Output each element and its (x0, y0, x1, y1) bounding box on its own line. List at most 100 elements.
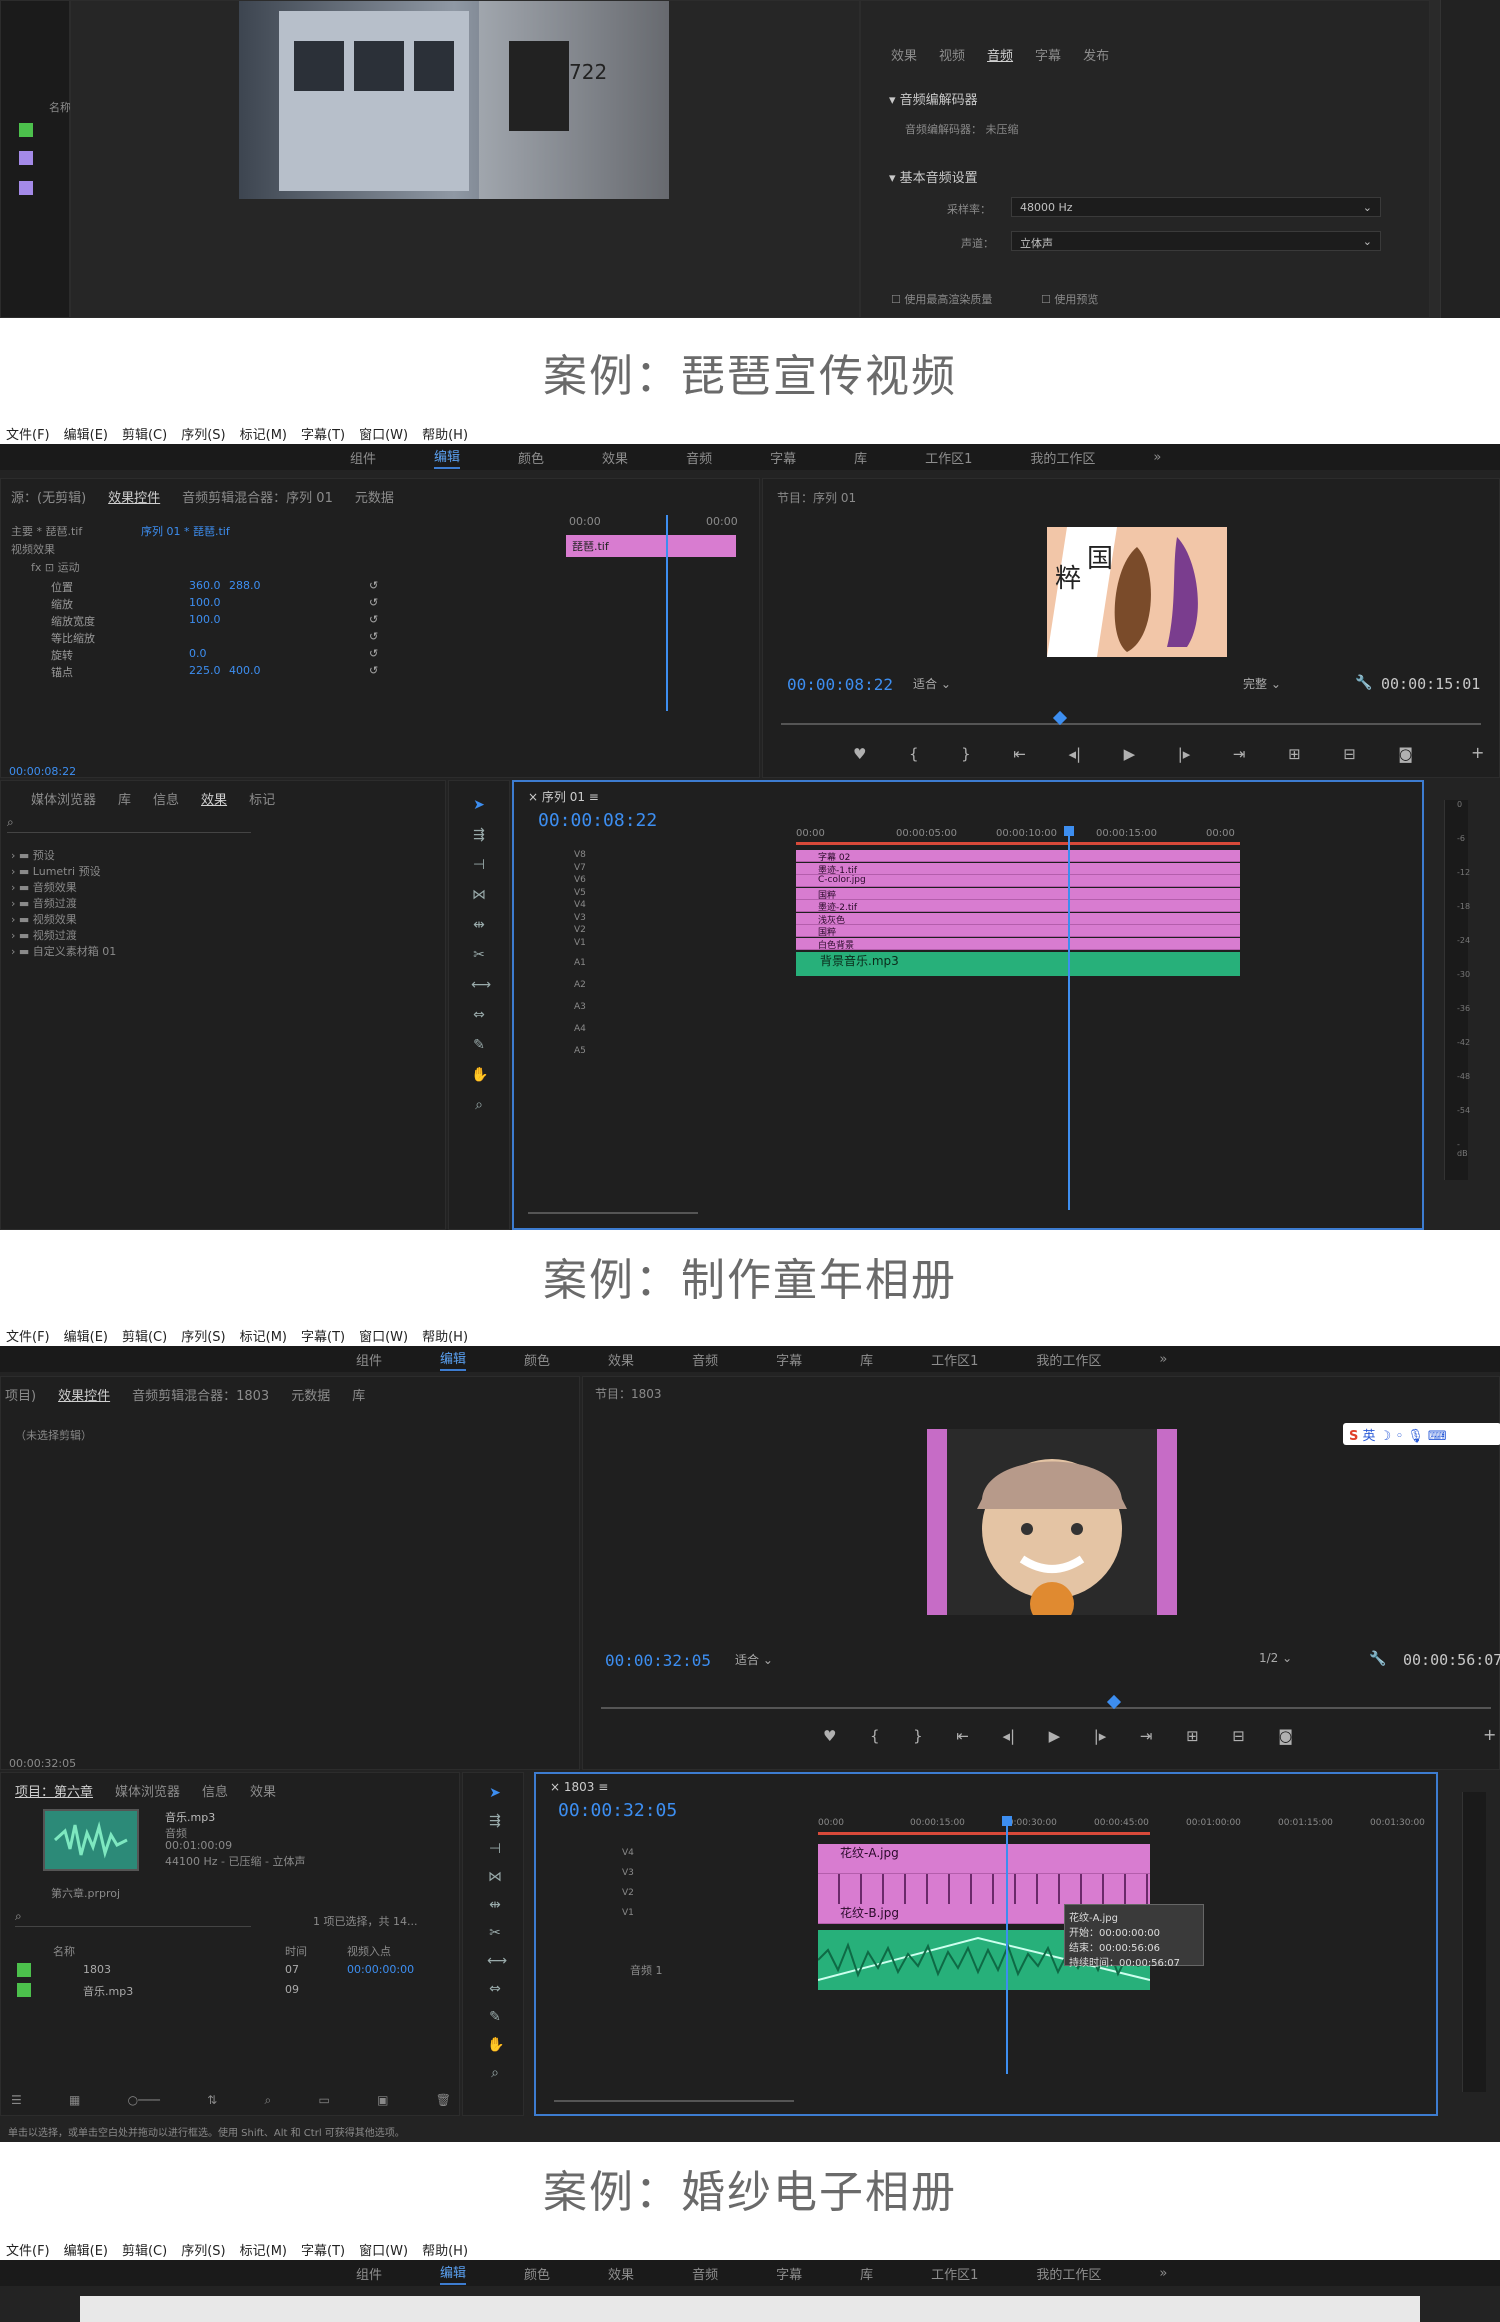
fit-select[interactable]: 适合 ⌄ (913, 675, 1003, 693)
program-scrubber[interactable] (601, 1707, 1491, 1709)
timeline-clip[interactable]: 墨迹-1.tif (796, 862, 1240, 875)
quality-select[interactable]: 完整 ⌄ (1243, 675, 1333, 693)
ws-titles[interactable]: 字幕 (776, 2264, 802, 2283)
project-item-name[interactable]: 1803 (83, 1963, 111, 1976)
ws-color[interactable]: 颜色 (524, 1350, 550, 1369)
timeline-zoom-scroll[interactable] (528, 1212, 698, 1214)
fx-property-value[interactable]: 400.0 (229, 664, 261, 677)
playhead-handle[interactable] (1002, 1816, 1012, 1826)
folder-item[interactable]: › ▬ 自定义素材箱 01 (11, 943, 116, 959)
folder-item[interactable]: › ▬ 音频过渡 (11, 895, 77, 911)
sequence-tab[interactable]: × 1803 ≡ (550, 1780, 608, 1794)
menu-window[interactable]: 窗口(W) (359, 2240, 408, 2259)
go-to-in-icon[interactable]: ⇤ (1013, 745, 1026, 763)
menu-sequence[interactable]: 序列(S) (181, 1326, 225, 1345)
menu-clip[interactable]: 剪辑(C) (122, 424, 167, 443)
reset-icon[interactable]: ↺ (369, 630, 378, 643)
transition-clip[interactable] (818, 1874, 1150, 1904)
playhead-handle[interactable] (1064, 826, 1074, 836)
sort-icon[interactable]: ⇅ (207, 2093, 217, 2108)
rolling-edit-tool-icon[interactable]: ⋈ (487, 1869, 503, 1885)
reset-icon[interactable]: ↺ (369, 613, 378, 626)
fx-property-value[interactable]: 100.0 (189, 613, 221, 626)
tab-project[interactable]: 项目) (5, 1385, 36, 1404)
tab-effects[interactable]: 效果 (250, 1781, 276, 1800)
add-button-icon[interactable]: + (1471, 743, 1484, 762)
timeline-clip[interactable]: 白色背景 (796, 937, 1240, 950)
slide-tool-icon[interactable]: ⇔ (487, 1981, 503, 1997)
mark-in-icon[interactable]: { (870, 1727, 880, 1745)
reset-icon[interactable]: ↺ (369, 579, 378, 592)
tab-video[interactable]: 视频 (939, 45, 965, 64)
go-to-out-icon[interactable]: ⇥ (1140, 1727, 1153, 1745)
fx-property-value[interactable]: 225.0 (189, 664, 221, 677)
selection-tool-icon[interactable]: ➤ (471, 797, 487, 813)
menu-sequence[interactable]: 序列(S) (181, 2240, 225, 2259)
col-name[interactable]: 名称 (53, 1943, 75, 1959)
max-render-quality-checkbox[interactable]: ☐ 使用最高渲染质量 (891, 291, 992, 307)
zoom-tool-icon[interactable]: ⌕ (487, 2065, 503, 2081)
slip-tool-icon[interactable]: ⟷ (487, 1953, 507, 1969)
play-icon[interactable]: ▶ (1049, 1727, 1061, 1745)
ws-workspace1[interactable]: 工作区1 (931, 2264, 978, 2283)
step-back-icon[interactable]: ◂| (1002, 1727, 1015, 1745)
tab-effects[interactable]: 效果 (891, 45, 917, 64)
menu-help[interactable]: 帮助(H) (422, 1326, 468, 1345)
ws-my-workspace[interactable]: 我的工作区 (1036, 1350, 1101, 1369)
program-timecode[interactable]: 00:00:08:22 (787, 675, 893, 694)
tab-audio-mixer[interactable]: 音频剪辑混合器：1803 (132, 1385, 269, 1404)
menu-help[interactable]: 帮助(H) (422, 424, 468, 443)
timeline-timecode[interactable]: 00:00:08:22 (538, 810, 657, 831)
tab-info[interactable]: 信息 (202, 1781, 228, 1800)
label-swatch[interactable] (17, 1983, 31, 1997)
ripple-edit-tool-icon[interactable]: ⊣ (487, 1841, 503, 1857)
ws-audio[interactable]: 音频 (692, 2264, 718, 2283)
timeline-timecode[interactable]: 00:00:32:05 (558, 1800, 677, 1821)
folder-item[interactable]: › ▬ 音频效果 (11, 879, 77, 895)
razor-tool-icon[interactable]: ✂ (471, 947, 487, 963)
tab-metadata[interactable]: 元数据 (291, 1385, 330, 1404)
timeline-clip[interactable]: 墨迹-2.tif (796, 900, 1240, 912)
ws-assembly[interactable]: 组件 (356, 1350, 382, 1369)
ws-editing[interactable]: 编辑 (434, 446, 461, 469)
menu-clip[interactable]: 剪辑(C) (122, 2240, 167, 2259)
tab-effect-controls[interactable]: 效果控件 (108, 487, 160, 506)
menu-marker[interactable]: 标记(M) (240, 1326, 287, 1345)
extract-icon[interactable]: ⊟ (1343, 745, 1356, 763)
ws-library[interactable]: 库 (854, 448, 867, 467)
wrench-icon[interactable]: 🔧 (1355, 675, 1372, 691)
timeline-clip[interactable]: 浅灰色 (796, 912, 1240, 925)
trash-icon[interactable]: 🗑 (436, 2093, 451, 2108)
tab-effect-controls[interactable]: 效果控件 (58, 1385, 110, 1404)
work-area-bar[interactable] (796, 842, 1240, 845)
ws-my-workspace[interactable]: 我的工作区 (1036, 2264, 1101, 2283)
pen-tool-icon[interactable]: ✎ (471, 1037, 487, 1053)
step-forward-icon[interactable]: |▸ (1178, 745, 1191, 763)
ws-workspace1[interactable]: 工作区1 (925, 448, 972, 467)
camera-icon[interactable]: ◙ (1398, 745, 1413, 763)
ws-effects[interactable]: 效果 (608, 2264, 634, 2283)
project-item-name[interactable]: 音乐.mp3 (83, 1983, 133, 1999)
ws-assembly[interactable]: 组件 (350, 448, 376, 467)
go-to-out-icon[interactable]: ⇥ (1233, 745, 1246, 763)
tab-metadata[interactable]: 元数据 (355, 487, 394, 506)
new-bin-icon[interactable]: ▭ (318, 2093, 329, 2108)
lift-icon[interactable]: ⊞ (1186, 1727, 1199, 1745)
menu-title[interactable]: 字幕(T) (301, 1326, 345, 1345)
audio-thumbnail[interactable] (43, 1809, 139, 1871)
tab-publish[interactable]: 发布 (1083, 45, 1109, 64)
rolling-edit-tool-icon[interactable]: ⋈ (471, 887, 487, 903)
ws-audio[interactable]: 音频 (686, 448, 712, 467)
reset-icon[interactable]: ↺ (369, 664, 378, 677)
new-item-icon[interactable]: ▣ (377, 2093, 388, 2108)
tab-info[interactable]: 信息 (153, 789, 179, 808)
ws-more[interactable]: » (1159, 1352, 1167, 1367)
channel-select[interactable]: 立体声 ⌄ (1011, 231, 1381, 251)
fx-property-value[interactable]: 0.0 (189, 647, 207, 660)
menu-edit[interactable]: 编辑(E) (64, 1326, 108, 1345)
menu-title[interactable]: 字幕(T) (301, 424, 345, 443)
hand-tool-icon[interactable]: ✋ (471, 1067, 488, 1083)
ws-library[interactable]: 库 (860, 2264, 873, 2283)
list-view-icon[interactable]: ☰ (11, 2093, 22, 2108)
effects-search-input[interactable]: ⌕ (7, 815, 251, 833)
